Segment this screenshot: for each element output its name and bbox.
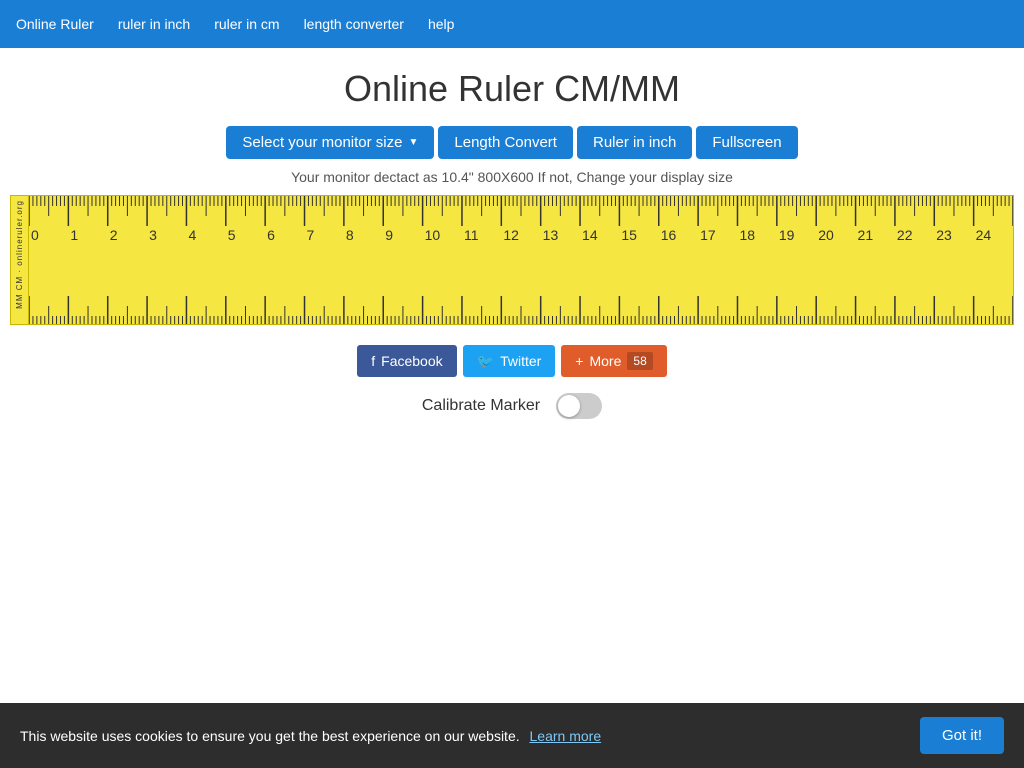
calibrate-toggle[interactable] <box>556 393 602 419</box>
svg-text:17: 17 <box>700 227 716 243</box>
svg-text:23: 23 <box>936 227 952 243</box>
svg-text:18: 18 <box>739 227 755 243</box>
main-content: Online Ruler CM/MM Select your monitor s… <box>0 48 1024 419</box>
ruler-side-text: MM CM · onlineruler.org <box>15 200 24 309</box>
calibrate-row: Calibrate Marker <box>0 393 1024 419</box>
cookie-message: This website uses cookies to ensure you … <box>20 728 900 744</box>
calibrate-label: Calibrate Marker <box>422 397 540 415</box>
cookie-got-button[interactable]: Got it! <box>920 717 1004 754</box>
svg-text:2: 2 <box>110 227 118 243</box>
length-convert-button[interactable]: Length Convert <box>438 126 573 159</box>
svg-text:6: 6 <box>267 227 275 243</box>
svg-text:13: 13 <box>543 227 559 243</box>
svg-text:11: 11 <box>464 227 479 243</box>
more-button[interactable]: + More 58 <box>561 345 666 377</box>
svg-text:16: 16 <box>661 227 677 243</box>
facebook-button[interactable]: f Facebook <box>357 345 456 377</box>
svg-text:4: 4 <box>188 227 196 243</box>
svg-text:5: 5 <box>228 227 236 243</box>
twitter-label: Twitter <box>500 353 541 369</box>
svg-text:8: 8 <box>346 227 354 243</box>
svg-text:3: 3 <box>149 227 157 243</box>
cookie-learn-more[interactable]: Learn more <box>530 728 602 744</box>
svg-text:21: 21 <box>858 227 874 243</box>
svg-text:19: 19 <box>779 227 795 243</box>
monitor-size-button[interactable]: Select your monitor size ▼ <box>226 126 434 159</box>
fullscreen-button[interactable]: Fullscreen <box>696 126 797 159</box>
nav-help[interactable]: help <box>428 16 454 32</box>
plus-icon: + <box>575 353 583 369</box>
social-bar: f Facebook 🐦 Twitter + More 58 <box>0 345 1024 377</box>
facebook-icon: f <box>371 353 375 369</box>
cookie-banner: This website uses cookies to ensure you … <box>0 703 1024 768</box>
ruler: MM CM · onlineruler.org 0123456789101112… <box>10 195 1014 325</box>
facebook-label: Facebook <box>381 353 442 369</box>
dropdown-arrow-icon: ▼ <box>409 137 419 148</box>
svg-text:20: 20 <box>818 227 834 243</box>
more-label: More <box>589 353 621 369</box>
monitor-info: Your monitor dectact as 10.4" 800X600 If… <box>0 169 1024 185</box>
ruler-svg: 0123456789101112131415161718192021222324… <box>29 196 1013 324</box>
svg-text:24: 24 <box>976 227 992 243</box>
toggle-slider <box>556 393 602 419</box>
brand-link[interactable]: Online Ruler <box>16 16 94 32</box>
nav-cm[interactable]: ruler in cm <box>214 16 279 32</box>
twitter-button[interactable]: 🐦 Twitter <box>463 345 556 377</box>
svg-text:1: 1 <box>70 227 78 243</box>
ruler-side-label: MM CM · onlineruler.org <box>11 196 29 324</box>
svg-text:10: 10 <box>425 227 441 243</box>
svg-text:22: 22 <box>897 227 913 243</box>
svg-text:15: 15 <box>621 227 637 243</box>
more-count: 58 <box>627 352 652 370</box>
nav-inch[interactable]: ruler in inch <box>118 16 190 32</box>
svg-text:0: 0 <box>31 227 39 243</box>
page-title: Online Ruler CM/MM <box>0 68 1024 110</box>
navbar: Online Ruler ruler in inch ruler in cm l… <box>0 0 1024 48</box>
svg-text:12: 12 <box>503 227 519 243</box>
toolbar: Select your monitor size ▼ Length Conver… <box>0 126 1024 159</box>
twitter-icon: 🐦 <box>477 353 494 370</box>
ruler-inch-button[interactable]: Ruler in inch <box>577 126 692 159</box>
svg-text:14: 14 <box>582 227 598 243</box>
svg-text:7: 7 <box>307 227 315 243</box>
svg-text:9: 9 <box>385 227 393 243</box>
nav-length[interactable]: length converter <box>304 16 404 32</box>
